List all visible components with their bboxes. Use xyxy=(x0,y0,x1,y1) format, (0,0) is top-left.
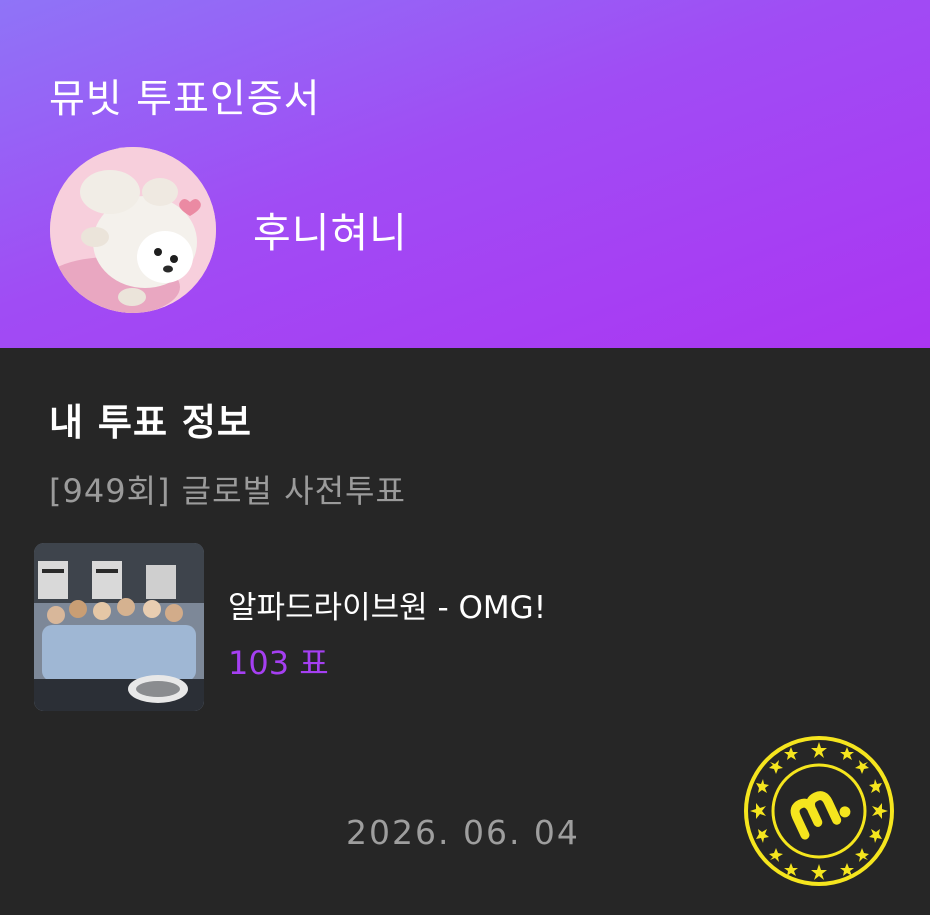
section-title: 내 투표 정보 xyxy=(49,401,252,444)
vote-info-section: 내 투표 정보 [949회] 글로벌 사전투표 알파드라이브원 - OMG! 1… xyxy=(0,348,930,915)
song-title: 알파드라이브원 - OMG! xyxy=(228,590,547,626)
page-title: 뮤빗 투표인증서 xyxy=(49,77,321,122)
vote-round-label: [949회] 글로벌 사전투표 xyxy=(49,472,406,510)
vote-count: 103 표 xyxy=(228,644,329,682)
certificate-header: 뮤빗 투표인증서 후니혀니 xyxy=(0,0,930,348)
avatar[interactable] xyxy=(50,147,216,313)
vote-date: 2026. 06. 04 xyxy=(346,813,580,852)
mubeat-stamp-icon xyxy=(743,735,895,887)
username: 후니혀니 xyxy=(253,209,408,257)
album-cover-image xyxy=(34,543,204,711)
avatar-puppy-image xyxy=(50,147,216,313)
album-cover[interactable] xyxy=(34,543,204,711)
